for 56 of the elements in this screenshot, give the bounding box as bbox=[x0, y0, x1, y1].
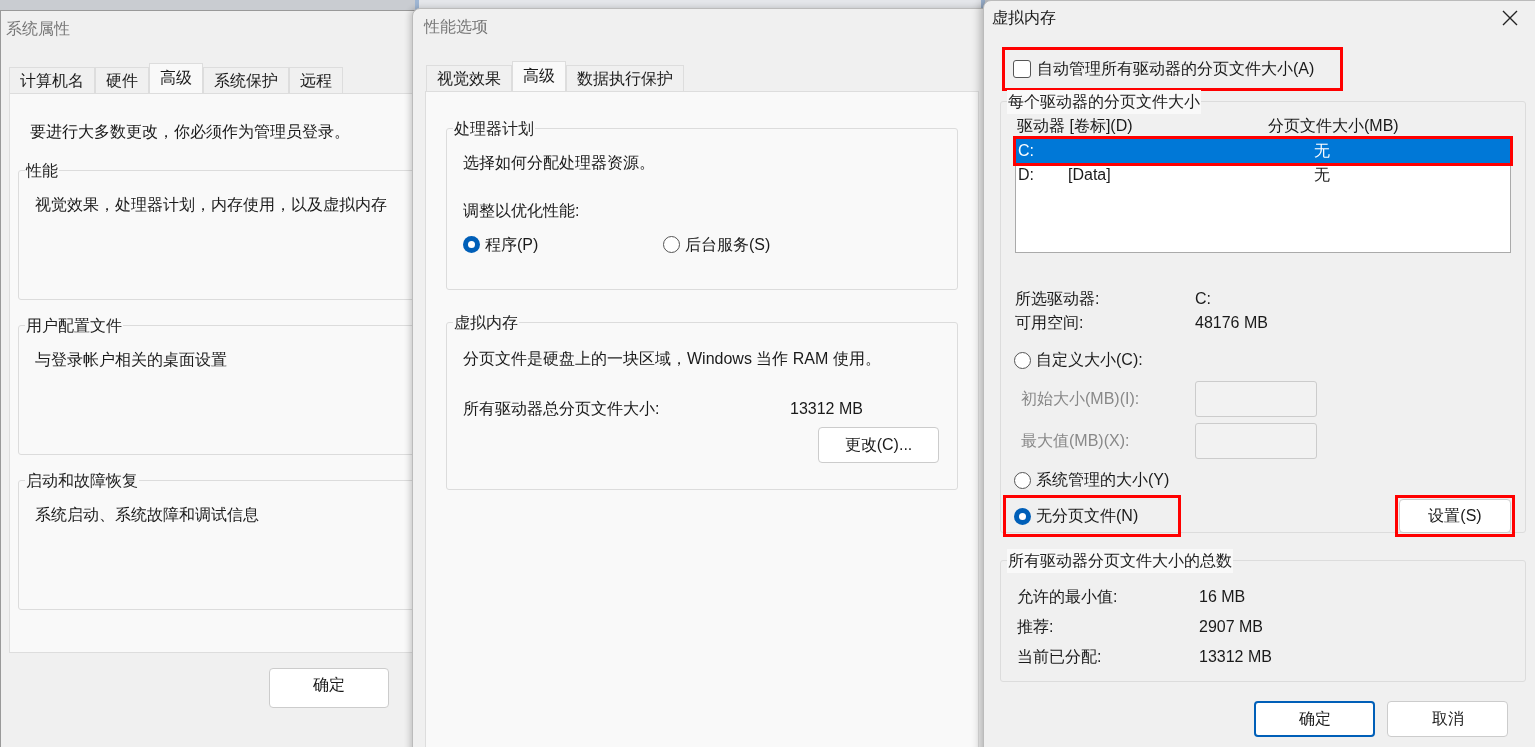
radio-label[interactable]: 后台服务(S) bbox=[685, 232, 771, 257]
group-title: 所有驱动器分页文件大小的总数 bbox=[1007, 549, 1233, 573]
radio-button[interactable] bbox=[1014, 507, 1031, 525]
group-title: 每个驱动器的分页文件大小 bbox=[1007, 90, 1201, 114]
radio-label[interactable]: 无分页文件(N) bbox=[1036, 504, 1139, 528]
total-label: 允许的最小值: bbox=[1017, 587, 1119, 607]
notice-text: 要进行大多数更改，你必须作为管理员登录。 bbox=[30, 122, 351, 142]
field-label: 最大值(MB)(X): bbox=[1021, 431, 1131, 451]
column-header: 驱动器 [卷标](D) bbox=[1016, 116, 1134, 136]
total-value: 13312 MB bbox=[790, 398, 863, 419]
info-value: C: bbox=[1195, 289, 1211, 309]
group-description: 视觉效果，处理器计划，内存使用，以及虚拟内存 bbox=[35, 195, 388, 215]
group-description: 与登录帐户相关的桌面设置 bbox=[35, 350, 228, 370]
total-value: 2907 MB bbox=[1199, 617, 1264, 637]
close-icon[interactable] bbox=[1502, 10, 1518, 26]
description-text: 选择如何分配处理器资源。 bbox=[463, 152, 656, 173]
radio-button[interactable] bbox=[663, 236, 680, 254]
tab[interactable]: 高级 bbox=[149, 63, 203, 93]
radio-button[interactable] bbox=[1014, 351, 1031, 369]
total-label: 推荐: bbox=[1017, 617, 1055, 637]
total-value: 13312 MB bbox=[1199, 647, 1272, 667]
info-value: 48176 MB bbox=[1195, 313, 1268, 333]
tab[interactable]: 远程 bbox=[289, 67, 343, 93]
radio-label[interactable]: 系统管理的大小(Y) bbox=[1036, 468, 1170, 492]
drive-row[interactable]: D: [Data] 无 bbox=[1016, 163, 1510, 187]
info-label: 所选驱动器: bbox=[1015, 289, 1101, 309]
field-label: 初始大小(MB)(I): bbox=[1021, 389, 1141, 409]
group-description: 系统启动、系统故障和调试信息 bbox=[35, 505, 260, 525]
info-label: 可用空间: bbox=[1015, 313, 1085, 333]
set-button[interactable]: 设置(S) bbox=[1399, 499, 1511, 533]
window-title: 系统属性 bbox=[5, 19, 71, 39]
drive-row[interactable]: C: 无 bbox=[1016, 139, 1510, 163]
radio-label[interactable]: 程序(P) bbox=[485, 232, 539, 257]
tab[interactable]: 硬件 bbox=[95, 67, 149, 93]
tab[interactable]: 计算机名 bbox=[9, 67, 95, 93]
dialog-button[interactable]: 确定 bbox=[1254, 701, 1375, 737]
description-text: 分页文件是硬盘上的一块区域，Windows 当作 RAM 使用。 bbox=[463, 348, 882, 369]
column-header: 分页文件大小(MB) bbox=[1268, 116, 1399, 136]
ok-button[interactable]: 确定 bbox=[269, 668, 389, 708]
tab[interactable]: 系统保护 bbox=[203, 67, 289, 93]
tab[interactable]: 数据执行保护 bbox=[566, 64, 684, 91]
checkbox-label[interactable]: 自动管理所有驱动器的分页文件大小(A) bbox=[1037, 57, 1315, 81]
window-title: 性能选项 bbox=[422, 17, 489, 37]
radio-button[interactable] bbox=[463, 236, 480, 254]
change-button[interactable]: 更改(C)... bbox=[818, 426, 939, 463]
tab[interactable]: 高级 bbox=[512, 60, 566, 91]
radio-button[interactable] bbox=[1014, 471, 1031, 489]
dialog-button[interactable]: 取消 bbox=[1387, 701, 1508, 737]
adjust-label: 调整以优化性能: bbox=[463, 200, 581, 221]
checkbox[interactable] bbox=[1013, 60, 1031, 78]
radio-label[interactable]: 自定义大小(C): bbox=[1036, 348, 1143, 372]
tab[interactable]: 视觉效果 bbox=[426, 64, 512, 91]
total-label: 当前已分配: bbox=[1017, 647, 1103, 667]
total-value: 16 MB bbox=[1199, 587, 1246, 607]
total-label: 所有驱动器总分页文件大小: bbox=[463, 398, 661, 419]
window-title: 虚拟内存 bbox=[992, 8, 1056, 28]
